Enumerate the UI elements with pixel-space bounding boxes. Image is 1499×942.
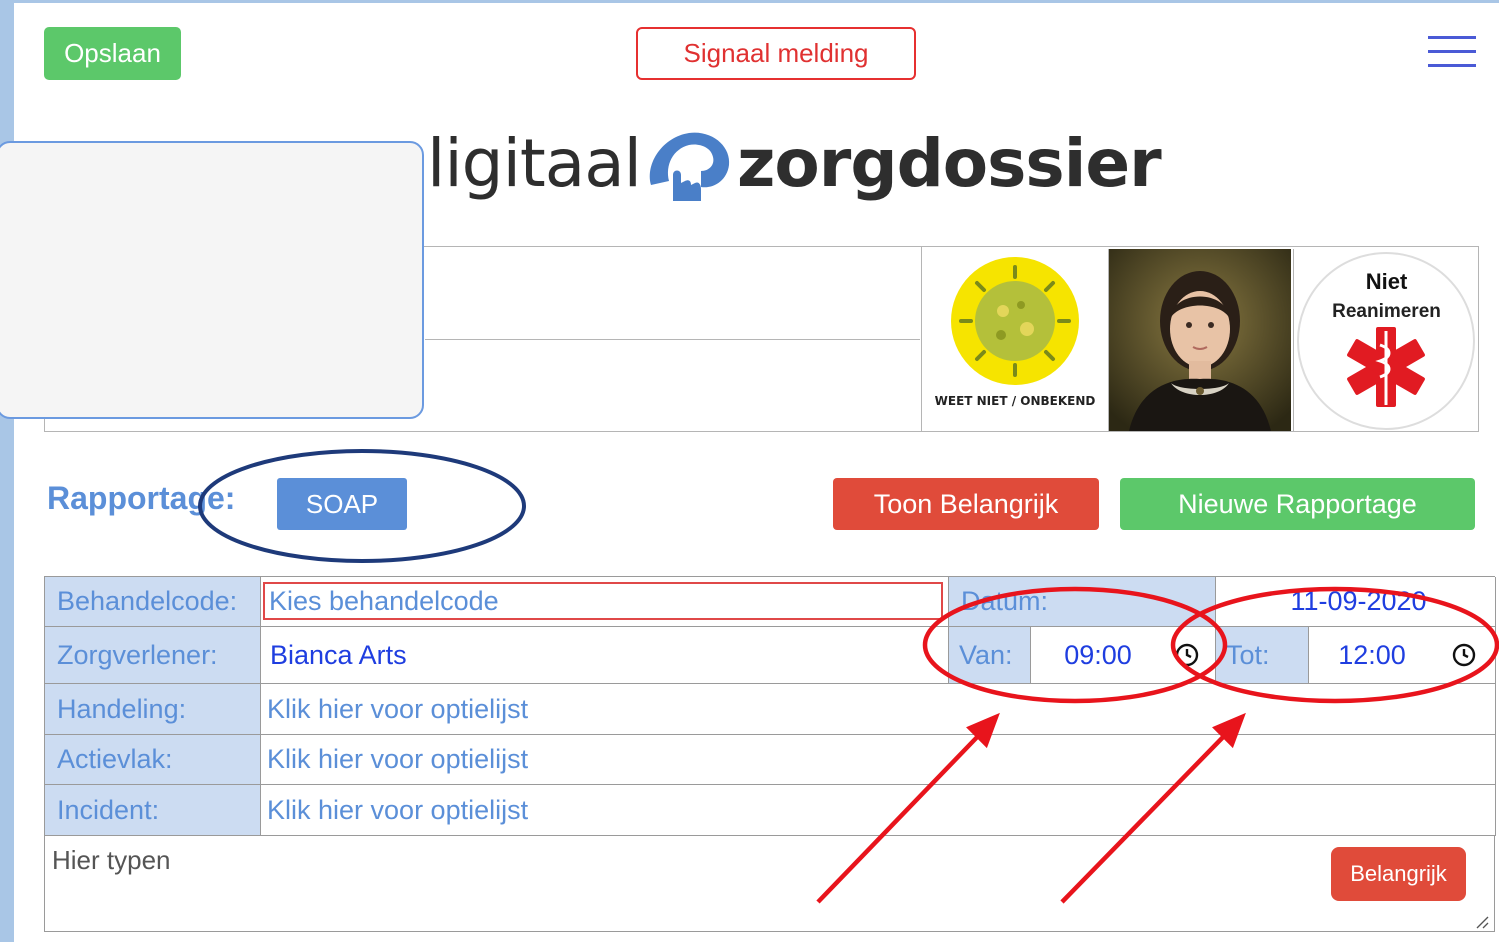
virus-icon	[951, 257, 1079, 385]
resize-handle-icon[interactable]	[1475, 915, 1489, 929]
area-label: Actievlak:	[45, 735, 261, 785]
to-label: Tot:	[1216, 627, 1309, 684]
provider-field[interactable]: Bianca Arts	[261, 627, 949, 684]
report-heading: Rapportage:	[47, 480, 236, 516]
date-field[interactable]: 11-09-2020	[1216, 577, 1496, 627]
divider	[425, 339, 920, 340]
app-logo: ligitaal z zorgdossier	[427, 118, 1162, 208]
action-label: Handeling:	[45, 684, 261, 735]
signal-report-button[interactable]: Signaal melding	[636, 27, 916, 80]
save-button[interactable]: Opslaan	[44, 27, 181, 80]
divider	[921, 247, 922, 432]
treatment-code-label: Behandelcode:	[45, 577, 261, 627]
date-label: Datum:	[949, 577, 1216, 627]
treatment-code-select[interactable]: Kies behandelcode	[263, 582, 943, 620]
top-border	[0, 0, 1499, 3]
report-form: Behandelcode: Kies behandelcode Datum: 1…	[44, 576, 1496, 932]
client-photo	[1108, 249, 1291, 431]
soap-button[interactable]: SOAP	[277, 478, 407, 530]
logo-hand-icon: z	[649, 132, 730, 201]
clock-icon[interactable]	[1452, 643, 1476, 667]
action-option-list[interactable]: Klik hier voor optielijst	[261, 684, 1496, 735]
incident-label: Incident:	[45, 785, 261, 836]
empty-popup-panel	[0, 141, 424, 419]
important-button[interactable]: Belangrijk	[1331, 847, 1466, 901]
textarea-placeholder: Hier typen	[52, 845, 171, 875]
svg-text:z: z	[685, 148, 697, 173]
dnr-badge[interactable]: Niet Reanimeren	[1293, 249, 1478, 431]
dnr-title-line2: Reanimeren	[1332, 301, 1441, 322]
show-important-button[interactable]: Toon Belangrijk	[833, 478, 1099, 530]
from-label: Van:	[949, 627, 1031, 684]
covid-caption: WEET NIET / ONBEKEND	[934, 394, 1096, 408]
clock-icon[interactable]	[1175, 643, 1199, 667]
hamburger-menu-icon[interactable]	[1428, 36, 1476, 70]
new-report-button[interactable]: Nieuwe Rapportage	[1120, 478, 1475, 530]
covid-status-badge[interactable]: WEET NIET / ONBEKEND	[923, 249, 1107, 431]
logo-text-zorgdossier: zorgdossier	[737, 124, 1162, 202]
logo-text-digitaal: ligitaal	[427, 124, 642, 202]
report-textarea[interactable]	[45, 836, 1494, 931]
area-option-list[interactable]: Klik hier voor optielijst	[261, 735, 1496, 785]
dnr-title-line1: Niet	[1365, 269, 1408, 294]
provider-label: Zorgverlener:	[45, 627, 261, 684]
incident-option-list[interactable]: Klik hier voor optielijst	[261, 785, 1496, 836]
